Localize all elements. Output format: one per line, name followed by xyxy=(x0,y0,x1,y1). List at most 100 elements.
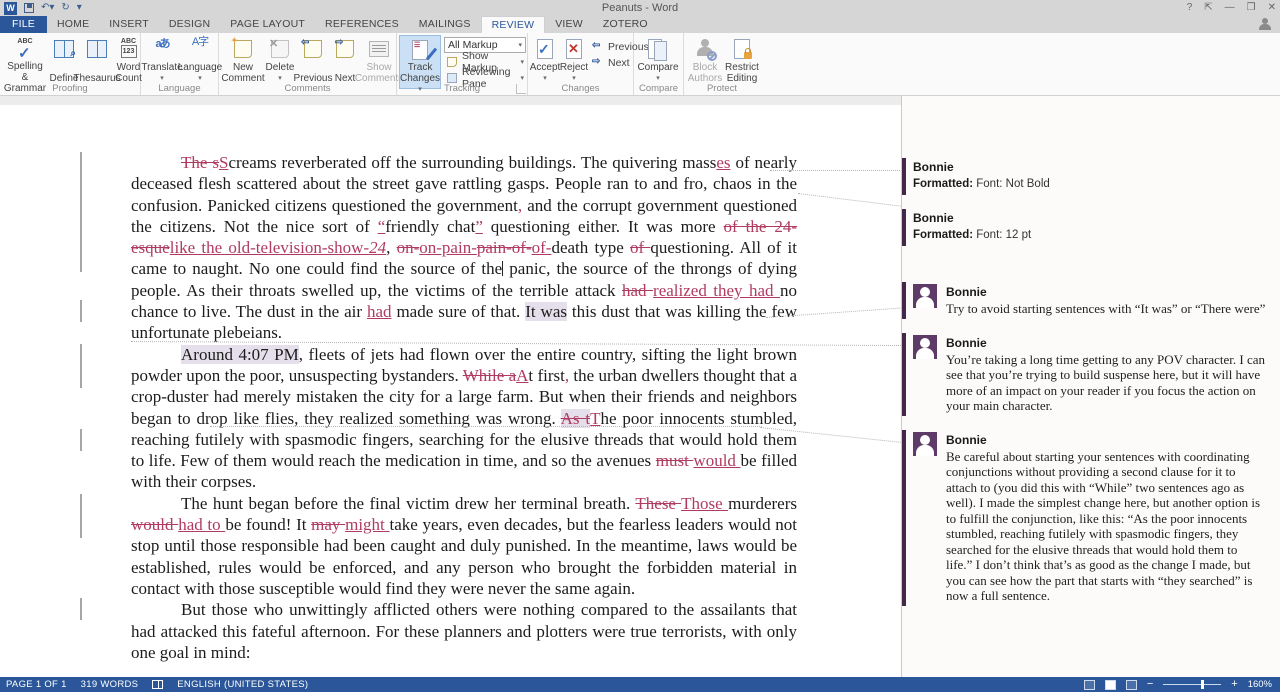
paragraph[interactable]: The sScreams reverberated off the surrou… xyxy=(131,152,797,344)
format-change-card[interactable]: BonnieFormatted: Font: Not Bold xyxy=(902,158,1266,195)
text-run-ins: on-pain- xyxy=(419,238,477,257)
compare-button[interactable]: Compare ▾ xyxy=(636,35,680,85)
title-bar: ↶▾ ↻ ▾ Peanuts - Word ? ⇱ — ❐ ✕ xyxy=(0,0,1280,16)
read-mode-icon[interactable] xyxy=(1084,680,1095,690)
ribbon-tabs: FILEHOMEINSERTDESIGNPAGE LAYOUTREFERENCE… xyxy=(0,16,1280,33)
word-count-indicator[interactable]: 319 WORDS xyxy=(81,679,139,690)
restrict-editing-icon xyxy=(730,37,754,61)
changed-lines-bar xyxy=(80,152,82,272)
text-run-anchor: It was xyxy=(525,302,567,321)
markup-pane[interactable]: BonnieFormatted: Font: Not BoldBonnieFor… xyxy=(901,96,1280,677)
previous-comment-icon: ⇦ xyxy=(301,37,325,61)
text-run-ins: es xyxy=(716,153,730,172)
text-run-ins: T xyxy=(590,409,600,428)
delete-comment-button[interactable]: ✕ Delete ▾ xyxy=(265,35,295,85)
reject-button[interactable]: ✕ Reject ▾ xyxy=(560,35,588,85)
print-layout-icon[interactable] xyxy=(1105,680,1116,690)
paragraph[interactable]: But those who unwittingly afflicted othe… xyxy=(131,599,797,663)
ribbon: ABC✓ Spelling & Grammar ⌕ Define Thesaur… xyxy=(0,33,1280,96)
comment-author: Bonnie xyxy=(946,432,1266,448)
paragraph[interactable]: Around 4:07 PM, fleets of jets had flown… xyxy=(131,344,797,493)
group-label-tracking: Tracking xyxy=(397,83,527,95)
comment-card[interactable]: BonnieBe careful about starting your sen… xyxy=(902,430,1266,606)
web-layout-icon[interactable] xyxy=(1126,680,1137,690)
group-comments: ✦ New Comment ✕ Delete ▾ ⇦ Previous xyxy=(219,33,397,95)
zoom-slider[interactable] xyxy=(1163,684,1221,685)
next-change-icon: ⇨ xyxy=(592,57,604,69)
text-run-n: made sure of that. xyxy=(392,302,526,321)
text-run-n: But those who unwittingly afflicted othe… xyxy=(131,600,797,662)
comment-connector-line xyxy=(770,170,902,171)
new-comment-icon: ✦ xyxy=(231,37,255,61)
group-compare: Compare ▾ Compare xyxy=(634,33,684,95)
document-text[interactable]: The sScreams reverberated off the surrou… xyxy=(131,152,797,663)
minimize-icon[interactable]: — xyxy=(1225,0,1235,16)
ribbon-display-icon[interactable]: ⇱ xyxy=(1204,0,1212,16)
tab-insert[interactable]: INSERT xyxy=(99,16,159,33)
close-icon[interactable]: ✕ xyxy=(1268,0,1276,16)
show-comments-button[interactable]: Show Comments xyxy=(359,35,399,85)
show-markup-icon xyxy=(446,56,458,68)
zoom-percent[interactable]: 160% xyxy=(1248,679,1272,690)
format-change-card[interactable]: BonnieFormatted: Font: 12 pt xyxy=(902,209,1266,246)
track-changes-button[interactable]: ☰ Track Changes ▾ xyxy=(399,35,441,89)
zoom-slider-thumb[interactable] xyxy=(1201,680,1204,689)
document-canvas[interactable]: The sScreams reverberated off the surrou… xyxy=(0,96,901,677)
group-changes: ✓ Accept ▾ ✕ Reject ▾ ⇦ Previous ⇨ N xyxy=(528,33,634,95)
page-indicator[interactable]: PAGE 1 OF 1 xyxy=(6,679,67,690)
thesaurus-button[interactable]: Thesaurus xyxy=(80,35,114,85)
new-comment-button[interactable]: ✦ New Comment xyxy=(221,35,265,85)
restrict-editing-button[interactable]: Restrict Editing xyxy=(724,35,760,85)
translate-button[interactable]: Translate ▾ xyxy=(143,35,181,85)
comment-card[interactable]: BonnieYou’re taking a long time getting … xyxy=(902,333,1266,416)
text-run-n: murderers xyxy=(728,494,797,513)
block-authors-button[interactable]: Block Authors xyxy=(686,35,724,85)
tab-page-layout[interactable]: PAGE LAYOUT xyxy=(220,16,315,33)
text-run-del: on- xyxy=(397,238,420,257)
text-run-del: The s xyxy=(181,153,219,172)
text-run-del: must xyxy=(656,451,694,470)
word-count-button[interactable]: ABC 123 Word Count xyxy=(114,35,143,85)
group-language: Translate ▾ Language ▾ Language xyxy=(141,33,219,95)
previous-comment-button[interactable]: ⇦ Previous xyxy=(295,35,331,85)
paragraph[interactable]: The hunt began before the final victim d… xyxy=(131,493,797,599)
word-count-icon: ABC 123 xyxy=(117,37,141,61)
spelling-grammar-button[interactable]: ABC✓ Spelling & Grammar xyxy=(2,35,48,85)
accept-icon: ✓ xyxy=(533,37,557,61)
text-run-insi: 24 xyxy=(369,238,386,257)
text-run-n: friendly chat xyxy=(385,217,475,236)
tab-zotero[interactable]: ZOTERO xyxy=(593,16,658,33)
comment-author: Bonnie xyxy=(946,335,1266,351)
reject-icon: ✕ xyxy=(562,37,586,61)
help-icon[interactable]: ? xyxy=(1187,0,1193,16)
reviewing-pane-icon xyxy=(446,72,458,84)
status-bar: PAGE 1 OF 1 319 WORDS ENGLISH (UNITED ST… xyxy=(0,677,1280,692)
zoom-in-icon[interactable]: + xyxy=(1231,679,1237,690)
comment-card[interactable]: BonnieTry to avoid starting sentences wi… xyxy=(902,282,1266,319)
tab-review[interactable]: REVIEW xyxy=(481,16,546,33)
tab-references[interactable]: REFERENCES xyxy=(315,16,409,33)
text-run-ins: had xyxy=(367,302,392,321)
tab-view[interactable]: VIEW xyxy=(545,16,593,33)
tab-mailings[interactable]: MAILINGS xyxy=(409,16,481,33)
compare-icon xyxy=(646,37,670,61)
text-run-del: pain-of- xyxy=(477,238,532,257)
tab-design[interactable]: DESIGN xyxy=(159,16,220,33)
comment-text: Be careful about starting your sentences… xyxy=(946,449,1266,604)
language-button[interactable]: Language ▾ xyxy=(181,35,219,85)
zoom-out-icon[interactable]: − xyxy=(1147,679,1153,690)
group-label-comments: Comments xyxy=(219,83,396,95)
next-comment-icon: ⇨ xyxy=(333,37,357,61)
proofing-status-icon[interactable] xyxy=(152,680,163,689)
group-protect: Block Authors Restrict Editing Protect xyxy=(684,33,760,95)
accept-button[interactable]: ✓ Accept ▾ xyxy=(530,35,560,85)
language-indicator[interactable]: ENGLISH (UNITED STATES) xyxy=(177,679,308,690)
signin-avatar-icon[interactable] xyxy=(1258,18,1272,30)
group-label-compare: Compare xyxy=(634,83,683,95)
format-change-text: Formatted: Font: Not Bold xyxy=(913,176,1266,192)
comment-text: You’re taking a long time getting to any… xyxy=(946,352,1266,414)
restore-icon[interactable]: ❐ xyxy=(1247,0,1256,16)
tab-file[interactable]: FILE xyxy=(0,16,47,33)
group-label-protect: Protect xyxy=(684,83,760,95)
tab-home[interactable]: HOME xyxy=(47,16,99,33)
